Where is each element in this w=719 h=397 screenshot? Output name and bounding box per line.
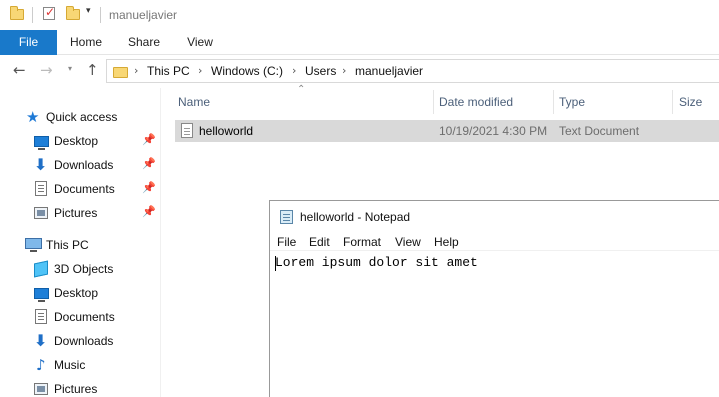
sidebar-item-label: Desktop — [54, 286, 99, 300]
sidebar-item-pc-pictures[interactable]: Pictures — [0, 378, 160, 397]
sidebar-item-label: Downloads — [54, 334, 114, 348]
sidebar-item-pc-documents[interactable]: Documents — [0, 306, 160, 328]
sidebar-item-label: Pictures — [54, 382, 98, 396]
download-icon: ⬇ — [34, 155, 48, 174]
notepad-window[interactable]: helloworld - Notepad File Edit Format Vi… — [269, 200, 719, 397]
documents-icon — [35, 309, 47, 324]
desktop-icon — [34, 136, 49, 150]
sidebar-item-label: Downloads — [54, 158, 114, 172]
tab-share[interactable]: Share — [120, 30, 168, 55]
pin-icon: 📌 — [142, 205, 156, 218]
desktop-icon — [34, 288, 49, 302]
star-icon: ★ — [26, 108, 40, 126]
chevron-right-icon[interactable]: › — [342, 64, 346, 77]
breadcrumb-user-folder[interactable]: manueljavier — [355, 64, 423, 78]
sidebar-item-label: Desktop — [54, 134, 99, 148]
sidebar-item-label: Pictures — [54, 206, 98, 220]
pin-icon: 📌 — [142, 181, 156, 194]
ribbon: File Home Share View — [0, 30, 719, 55]
music-icon: ♪ — [36, 356, 46, 374]
column-divider[interactable] — [433, 90, 434, 114]
computer-icon — [25, 238, 42, 252]
sidebar-item-this-pc[interactable]: This PC — [0, 234, 160, 256]
new-folder-icon[interactable] — [66, 6, 80, 20]
file-row[interactable]: helloworld 10/19/2021 4:30 PM Text Docum… — [175, 120, 719, 142]
breadcrumb-users[interactable]: Users — [305, 64, 336, 78]
column-divider[interactable] — [553, 90, 554, 114]
text-caret — [275, 256, 276, 271]
cube-icon — [34, 260, 48, 278]
menu-format[interactable]: Format — [343, 235, 381, 249]
title-bar: ▾ manueljavier — [0, 0, 719, 30]
file-name: helloworld — [199, 124, 254, 138]
window-title: manueljavier — [109, 8, 178, 22]
sidebar-item-downloads[interactable]: ⬇ Downloads 📌 — [0, 154, 160, 176]
sidebar-item-label: Quick access — [46, 110, 118, 124]
back-arrow-icon[interactable]: ← — [13, 61, 26, 79]
menu-edit[interactable]: Edit — [309, 235, 330, 249]
divider — [32, 7, 33, 23]
pictures-icon — [34, 383, 48, 395]
download-icon: ⬇ — [34, 331, 48, 350]
pictures-icon — [34, 207, 48, 219]
pane-divider[interactable] — [160, 88, 161, 397]
navigation-pane: ★ Quick access Desktop 📌 ⬇ Downloads 📌 D… — [0, 88, 160, 397]
up-arrow-icon[interactable]: ↑ — [86, 61, 99, 79]
tab-view[interactable]: View — [176, 30, 224, 55]
chevron-right-icon[interactable]: › — [134, 64, 138, 77]
text-file-icon — [181, 123, 193, 138]
navigation-bar: ← → ▾ ↑ › This PC › Windows (C:) › Users… — [0, 56, 719, 86]
column-divider[interactable] — [672, 90, 673, 114]
sidebar-item-quick-access[interactable]: ★ Quick access — [0, 106, 160, 128]
sidebar-item-documents[interactable]: Documents 📌 — [0, 178, 160, 200]
sort-ascending-icon: ⌃ — [297, 84, 306, 95]
pin-icon: 📌 — [142, 133, 156, 146]
properties-icon[interactable] — [43, 5, 55, 20]
chevron-right-icon[interactable]: › — [292, 64, 296, 77]
menu-view[interactable]: View — [395, 235, 421, 249]
chevron-right-icon[interactable]: › — [198, 64, 202, 77]
column-header-size[interactable]: Size — [679, 95, 702, 109]
tab-home[interactable]: Home — [62, 30, 110, 55]
column-header-date-modified[interactable]: Date modified — [439, 95, 513, 109]
sidebar-item-label: Documents — [54, 182, 115, 196]
pin-icon: 📌 — [142, 157, 156, 170]
recent-locations-icon[interactable]: ▾ — [68, 64, 72, 73]
address-bar[interactable]: › This PC › Windows (C:) › Users › manue… — [106, 59, 719, 83]
breadcrumb-drive[interactable]: Windows (C:) — [211, 64, 283, 78]
notepad-icon — [280, 210, 293, 224]
column-header-type[interactable]: Type — [559, 95, 585, 109]
chevron-down-icon[interactable]: ▾ — [86, 6, 91, 16]
folder-icon — [113, 67, 128, 78]
sidebar-item-label: 3D Objects — [54, 262, 114, 276]
tab-file[interactable]: File — [0, 30, 57, 55]
sidebar-item-3d-objects[interactable]: 3D Objects — [0, 258, 160, 280]
documents-icon — [35, 181, 47, 196]
sidebar-item-music[interactable]: ♪ Music — [0, 354, 160, 376]
sidebar-item-label: This PC — [46, 238, 89, 252]
breadcrumb-this-pc[interactable]: This PC — [147, 64, 190, 78]
notepad-menu-bar: File Edit Format View Help — [270, 233, 719, 251]
sidebar-item-desktop[interactable]: Desktop 📌 — [0, 130, 160, 152]
sidebar-item-pc-downloads[interactable]: ⬇ Downloads — [0, 330, 160, 352]
menu-help[interactable]: Help — [434, 235, 459, 249]
file-date-modified: 10/19/2021 4:30 PM — [439, 124, 548, 138]
sidebar-item-pc-desktop[interactable]: Desktop — [0, 282, 160, 304]
column-header-name[interactable]: Name — [178, 95, 210, 109]
sidebar-item-label: Music — [54, 358, 86, 372]
folder-icon — [10, 6, 24, 20]
notepad-text-area[interactable]: Lorem ipsum dolor sit amet — [275, 255, 478, 270]
notepad-title-bar[interactable]: helloworld - Notepad — [270, 201, 719, 233]
divider — [100, 7, 101, 23]
sidebar-item-label: Documents — [54, 310, 115, 324]
notepad-title: helloworld - Notepad — [300, 210, 411, 224]
menu-file[interactable]: File — [277, 235, 296, 249]
file-type: Text Document — [559, 124, 640, 138]
forward-arrow-icon[interactable]: → — [40, 61, 53, 79]
sidebar-item-pictures[interactable]: Pictures 📌 — [0, 202, 160, 224]
